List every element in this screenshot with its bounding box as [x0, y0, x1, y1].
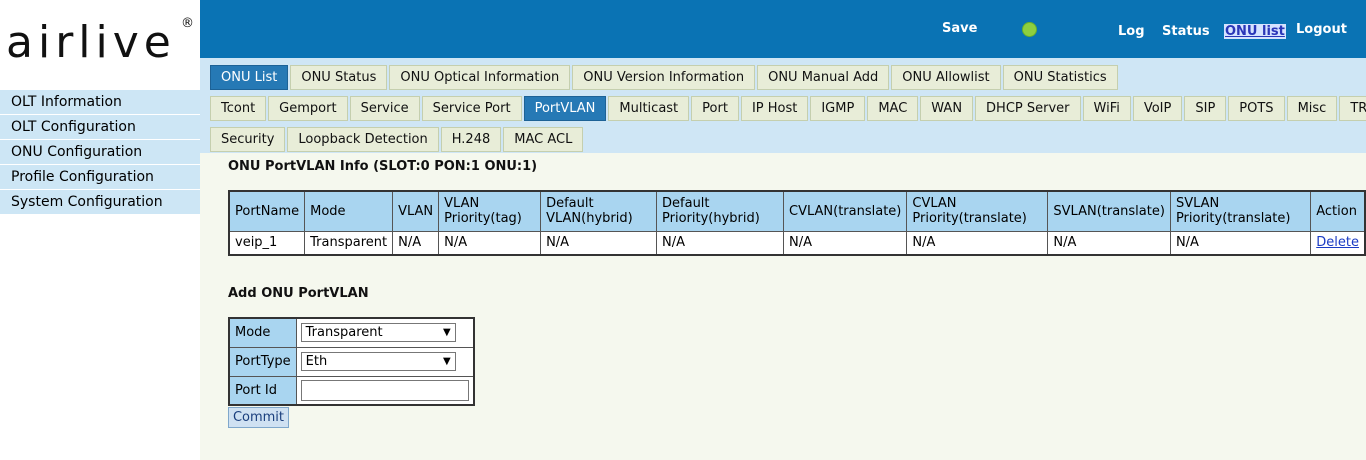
portvlan-info-table: PortName Mode VLAN VLAN Priority(tag) De… — [228, 190, 1366, 256]
sidebar-item-olt-configuration[interactable]: OLT Configuration — [0, 115, 200, 140]
column-header: Action — [1310, 190, 1366, 232]
tab-sip[interactable]: SIP — [1184, 96, 1227, 121]
tab-onu-version-information[interactable]: ONU Version Information — [572, 65, 756, 90]
tab-onu-statistics[interactable]: ONU Statistics — [1002, 65, 1118, 90]
tab-onu-list[interactable]: ONU List — [210, 65, 289, 90]
column-header: VLAN — [392, 190, 440, 232]
tab-row-security: Security Loopback Detection H.248 MAC AC… — [210, 127, 585, 152]
tab-mac[interactable]: MAC — [867, 96, 919, 121]
tab-area: ONU List ONU Status ONU Optical Informat… — [200, 58, 1366, 153]
tab-multicast[interactable]: Multicast — [608, 96, 690, 121]
sidebar-item-system-configuration[interactable]: System Configuration — [0, 190, 200, 215]
tab-service[interactable]: Service — [349, 96, 420, 121]
column-header: Default VLAN(hybrid) — [540, 190, 658, 232]
chevron-down-icon: ▼ — [442, 356, 451, 367]
tab-portvlan[interactable]: PortVLAN — [523, 96, 607, 121]
cell-cvlan: N/A — [782, 230, 908, 256]
cell-action: Delete — [1310, 230, 1366, 256]
commit-button[interactable]: Commit — [228, 407, 289, 428]
cell-svlan-priority: N/A — [1169, 230, 1312, 256]
tab-mac-acl[interactable]: MAC ACL — [503, 127, 584, 152]
table-header-row: PortName Mode VLAN VLAN Priority(tag) De… — [228, 190, 1366, 232]
onu-list-link[interactable]: ONU list — [1224, 24, 1286, 39]
status-indicator-icon — [1022, 22, 1037, 37]
porttype-select[interactable]: Eth ▼ — [300, 352, 456, 371]
cell-svlan: N/A — [1047, 230, 1171, 256]
tab-dhcp-server[interactable]: DHCP Server — [975, 96, 1081, 121]
tab-tcont[interactable]: Tcont — [210, 96, 267, 121]
sidebar: OLT Information OLT Configuration ONU Co… — [0, 90, 200, 215]
delete-link[interactable]: Delete — [1316, 235, 1359, 250]
tab-row-config: Tcont Gemport Service Service Port PortV… — [210, 96, 1366, 121]
port-id-input[interactable] — [300, 379, 469, 401]
save-button[interactable]: Save — [942, 21, 977, 36]
sidebar-item-onu-configuration[interactable]: ONU Configuration — [0, 140, 200, 165]
log-link[interactable]: Log — [1118, 24, 1145, 39]
mode-select-value: Transparent — [305, 325, 383, 341]
status-link[interactable]: Status — [1162, 24, 1210, 39]
sidebar-item-profile-configuration[interactable]: Profile Configuration — [0, 165, 200, 190]
tab-onu-allowlist[interactable]: ONU Allowlist — [891, 65, 1001, 90]
tab-voip[interactable]: VoIP — [1132, 96, 1183, 121]
tab-onu-optical-information[interactable]: ONU Optical Information — [389, 65, 571, 90]
tab-onu-status[interactable]: ONU Status — [290, 65, 388, 90]
tab-row-onu: ONU List ONU Status ONU Optical Informat… — [210, 65, 1120, 90]
porttype-label: PortType — [228, 346, 297, 377]
cell-default-priority: N/A — [656, 230, 784, 256]
tab-wifi[interactable]: WiFi — [1082, 96, 1131, 121]
column-header: CVLAN Priority(translate) — [906, 190, 1049, 232]
column-header: SVLAN Priority(translate) — [1169, 190, 1312, 232]
tab-port[interactable]: Port — [691, 96, 739, 121]
sidebar-item-olt-information[interactable]: OLT Information — [0, 90, 200, 115]
porttype-select-value: Eth — [305, 354, 328, 369]
tab-onu-manual-add[interactable]: ONU Manual Add — [757, 65, 890, 90]
tab-tr069[interactable]: TR069 — [1339, 96, 1366, 121]
table-row: veip_1 Transparent N/A N/A N/A N/A N/A N… — [228, 230, 1366, 256]
column-header: CVLAN(translate) — [782, 190, 908, 232]
logout-link[interactable]: Logout — [1296, 22, 1347, 37]
mode-label: Mode — [228, 317, 297, 348]
main-content: ONU List ONU Status ONU Optical Informat… — [200, 58, 1366, 460]
tab-ip-host[interactable]: IP Host — [740, 96, 809, 121]
tab-gemport[interactable]: Gemport — [268, 96, 348, 121]
add-portvlan-form: Mode Transparent ▼ PortType Eth ▼ Port I… — [228, 317, 475, 406]
tab-security[interactable]: Security — [210, 127, 286, 152]
portid-label: Port Id — [228, 375, 297, 406]
cell-default-vlan: N/A — [540, 230, 658, 256]
portvlan-info-title: ONU PortVLAN Info (SLOT:0 PON:1 ONU:1) — [228, 159, 538, 174]
mode-select[interactable]: Transparent ▼ — [300, 323, 456, 343]
tab-pots[interactable]: POTS — [1228, 96, 1285, 121]
column-header: PortName — [228, 190, 306, 232]
tab-loopback-detection[interactable]: Loopback Detection — [287, 127, 439, 152]
tab-igmp[interactable]: IGMP — [810, 96, 866, 121]
cell-vlan-priority: N/A — [438, 230, 542, 256]
tab-h248[interactable]: H.248 — [440, 127, 502, 152]
tab-wan[interactable]: WAN — [920, 96, 974, 121]
tab-service-port[interactable]: Service Port — [421, 96, 522, 121]
cell-mode: Transparent — [304, 230, 394, 256]
cell-cvlan-priority: N/A — [906, 230, 1049, 256]
header-bar: Save Log Status ONU list Logout — [200, 0, 1366, 58]
tab-misc[interactable]: Misc — [1286, 96, 1338, 121]
column-header: SVLAN(translate) — [1047, 190, 1171, 232]
add-portvlan-title: Add ONU PortVLAN — [228, 286, 369, 301]
registered-mark: ® — [181, 16, 194, 31]
cell-vlan: N/A — [392, 230, 440, 256]
column-header: VLAN Priority(tag) — [438, 190, 542, 232]
logo: airlive ® — [0, 0, 200, 90]
chevron-down-icon: ▼ — [442, 327, 451, 339]
column-header: Default Priority(hybrid) — [656, 190, 784, 232]
cell-portname: veip_1 — [228, 230, 306, 256]
column-header: Mode — [304, 190, 394, 232]
logo-text: airlive — [6, 17, 176, 68]
